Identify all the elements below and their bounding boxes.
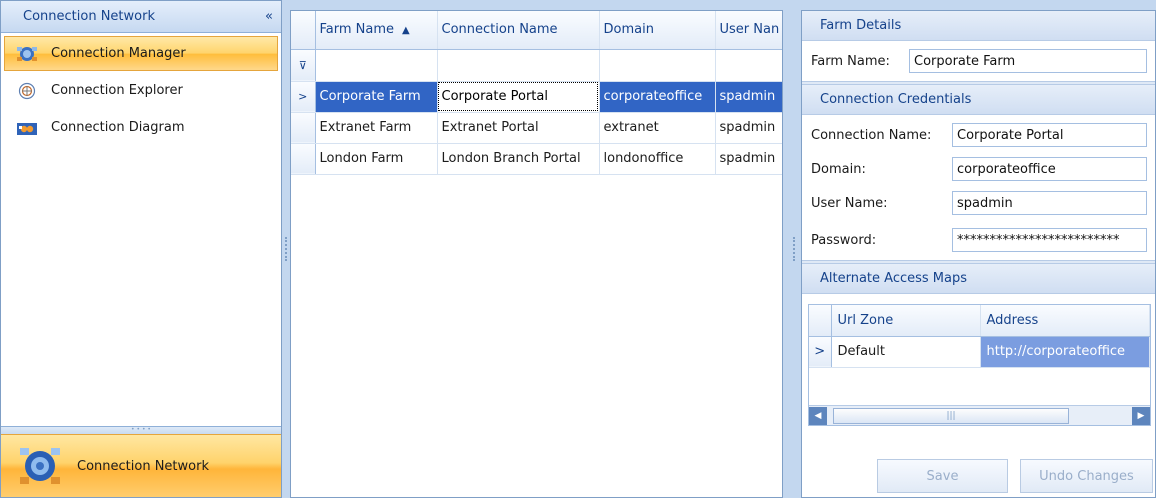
nav-group-label: Connection Network	[77, 458, 209, 474]
connections-grid: Farm Name ▲ Connection Name Domain User N…	[290, 10, 783, 498]
farm-name-field[interactable]: Corporate Farm	[909, 49, 1147, 73]
left-splitter[interactable]	[282, 0, 290, 498]
nav-item-connection-explorer[interactable]: Connection Explorer	[4, 73, 278, 108]
app-window: Connection Network « Connection Manager …	[0, 0, 1156, 498]
alternate-access-maps-group-header: Alternate Access Maps	[802, 264, 1155, 294]
nav-item-connection-manager[interactable]: Connection Manager	[4, 36, 278, 71]
column-header-user-name[interactable]: User Nan	[715, 11, 782, 50]
table-row[interactable]: London Farm London Branch Portal londono…	[291, 143, 782, 175]
nav-item-label: Connection Diagram	[51, 120, 185, 135]
column-header-label: Farm Name	[319, 22, 395, 38]
connection-name-field[interactable]: Corporate Portal	[952, 123, 1147, 147]
splitter-grip	[793, 237, 795, 261]
nav-item-connection-diagram[interactable]: Connection Diagram	[4, 110, 278, 145]
horizontal-scrollbar[interactable]: ◀ ||| ▶	[809, 405, 1150, 425]
nav-item-list: Connection Manager Connection Explorer C…	[1, 33, 281, 145]
cell-farm-name[interactable]: Corporate Farm	[315, 81, 438, 113]
header-corner	[291, 11, 316, 50]
diagram-icon	[17, 122, 37, 135]
domain-label: Domain:	[811, 161, 866, 177]
cell-address[interactable]: http://corporateoffice	[980, 336, 1150, 368]
scroll-left-icon[interactable]: ◀	[809, 406, 827, 425]
scroll-right-icon[interactable]: ▶	[1132, 406, 1150, 425]
aam-table: Url Zone Address > Default http://corpor…	[809, 305, 1150, 368]
password-label: Password:	[811, 232, 877, 248]
table-row[interactable]: Extranet Farm Extranet Portal extranet s…	[291, 112, 782, 144]
collapse-pane-icon[interactable]: «	[265, 9, 273, 24]
row-indicator	[291, 143, 316, 175]
farm-details-group-header: Farm Details	[802, 11, 1155, 41]
nav-pane-title: Connection Network	[23, 9, 155, 24]
table-row[interactable]: > Default http://corporateoffice	[809, 336, 1150, 368]
splitter-grip	[285, 237, 287, 261]
cell-domain[interactable]: corporateoffice	[599, 81, 716, 113]
column-header-label: Connection Name	[441, 22, 558, 38]
nav-pane-splitter[interactable]: • • • •	[1, 426, 281, 434]
user-name-label: User Name:	[811, 195, 888, 211]
current-row-indicator-icon: >	[809, 336, 832, 368]
filter-cell-domain[interactable]	[599, 49, 716, 82]
cell-domain[interactable]: extranet	[599, 112, 716, 144]
header-corner	[809, 305, 832, 337]
table-row[interactable]: > Corporate Farm Corporate Portal corpor…	[291, 81, 782, 113]
user-name-field[interactable]: spadmin	[952, 191, 1147, 215]
grid-filter-row: ⊽	[291, 49, 782, 82]
action-buttons: Save Undo Changes	[877, 459, 1153, 493]
farm-name-row: Farm Name: Corporate Farm	[802, 41, 1155, 81]
connection-network-icon	[20, 448, 60, 484]
connection-credentials-group-header: Connection Credentials	[802, 85, 1155, 115]
column-header-url-zone[interactable]: Url Zone	[831, 305, 981, 337]
cell-connection-name[interactable]: London Branch Portal	[437, 143, 600, 175]
column-header-domain[interactable]: Domain	[599, 11, 716, 50]
user-name-row: User Name: spadmin	[802, 186, 1155, 220]
cell-farm-name[interactable]: London Farm	[315, 143, 438, 175]
sort-ascending-icon: ▲	[402, 25, 410, 37]
undo-changes-button[interactable]: Undo Changes	[1020, 459, 1153, 493]
cell-farm-name[interactable]: Extranet Farm	[315, 112, 438, 144]
filter-cell-user-name[interactable]	[715, 49, 782, 82]
domain-row: Domain: corporateoffice	[802, 152, 1155, 186]
nav-item-label: Connection Manager	[51, 46, 186, 61]
grid-header-row: Farm Name ▲ Connection Name Domain User N…	[291, 11, 782, 50]
column-header-connection-name[interactable]: Connection Name	[437, 11, 600, 50]
connection-name-label: Connection Name:	[811, 127, 932, 143]
explorer-circle-icon	[18, 82, 36, 99]
connection-name-row: Connection Name: Corporate Portal	[802, 118, 1155, 152]
filter-icon: ⊽	[291, 49, 316, 82]
cell-connection-name[interactable]: Extranet Portal	[437, 112, 600, 144]
cell-user-name[interactable]: spadmin	[715, 81, 782, 113]
column-header-address[interactable]: Address	[980, 305, 1150, 337]
scroll-track[interactable]: |||	[827, 407, 1132, 425]
password-field[interactable]: *************************	[952, 228, 1147, 252]
details-panel: Farm Details Farm Name: Corporate Farm C…	[801, 10, 1156, 498]
navigation-pane: Connection Network « Connection Manager …	[0, 0, 282, 498]
save-button[interactable]: Save	[877, 459, 1008, 493]
nav-group-button-connection-network[interactable]: Connection Network	[1, 434, 281, 497]
scroll-thumb[interactable]: |||	[833, 407, 1069, 424]
column-header-farm-name[interactable]: Farm Name ▲	[315, 11, 438, 50]
column-header-label: User Nan	[719, 22, 780, 38]
cell-connection-name[interactable]: Corporate Portal	[437, 81, 600, 113]
connections-table: Farm Name ▲ Connection Name Domain User N…	[291, 11, 782, 175]
domain-field[interactable]: corporateoffice	[952, 157, 1147, 181]
right-splitter[interactable]	[790, 0, 798, 498]
password-row: Password: *************************	[802, 220, 1155, 260]
nav-pane-header: Connection Network «	[1, 1, 281, 33]
alternate-access-maps-grid: Url Zone Address > Default http://corpor…	[808, 304, 1151, 426]
cell-url-zone[interactable]: Default	[831, 336, 981, 368]
cell-user-name[interactable]: spadmin	[715, 112, 782, 144]
globe-connection-icon	[17, 46, 37, 61]
filter-cell-connection-name[interactable]	[437, 49, 600, 82]
cell-domain[interactable]: londonoffice	[599, 143, 716, 175]
current-row-indicator-icon: >	[291, 81, 316, 113]
aam-header-row: Url Zone Address	[809, 305, 1150, 337]
nav-item-label: Connection Explorer	[51, 83, 183, 98]
cell-user-name[interactable]: spadmin	[715, 143, 782, 175]
column-header-label: Domain	[603, 22, 654, 38]
filter-cell-farm-name[interactable]	[315, 49, 438, 82]
row-indicator	[291, 112, 316, 144]
farm-name-label: Farm Name:	[811, 53, 890, 69]
